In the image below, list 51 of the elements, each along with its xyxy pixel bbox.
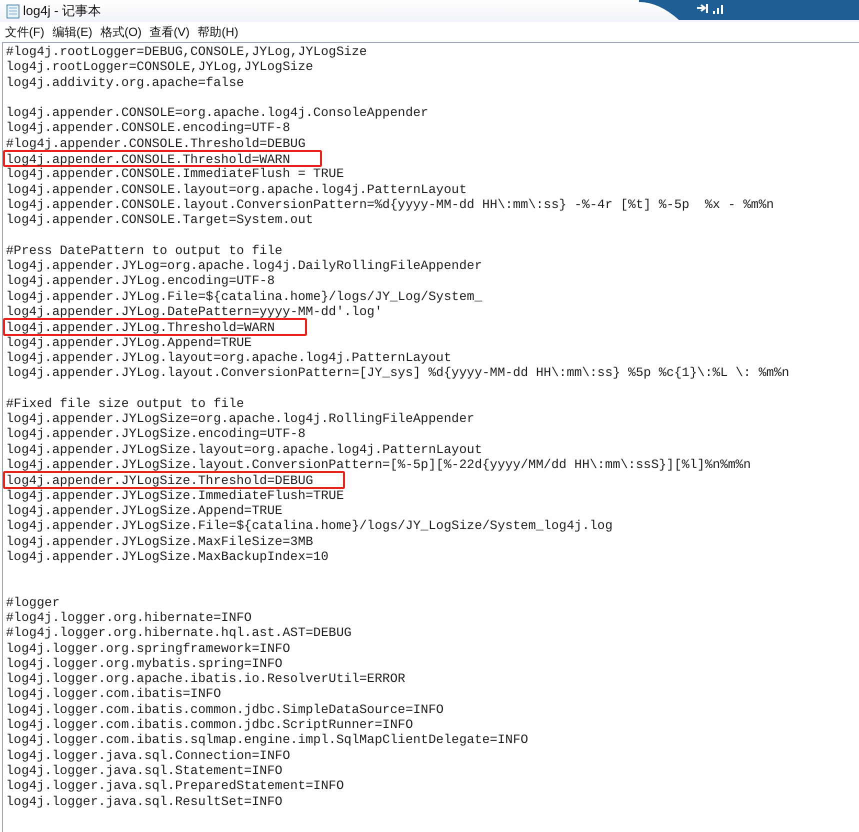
code-line: log4j.appender.JYLogSize.File=${catalina.home}/logs/JY_LogSize/System_log4j.log — [6, 518, 613, 534]
code-line: log4j.addivity.org.apache=false — [6, 74, 244, 90]
code-line: log4j.logger.com.ibatis.common.jdbc.ScriptRunner=INFO — [6, 717, 414, 732]
code-line: #log4j.logger.org.hibernate.hql.ast.AST=DEBUG — [6, 625, 352, 641]
code-line: log4j.rootLogger=CONSOLE,JYLog,JYLogSize — [6, 59, 314, 75]
code-line: log4j.appender.JYLogSize.layout=org.apache.log4j.PatternLayout — [6, 442, 482, 458]
menu-item[interactable]: 帮助(H) — [198, 23, 238, 41]
code-line: log4j.logger.com.ibatis.common.jdbc.SimpleDataSource=INFO — [6, 702, 444, 718]
code-line: log4j.appender.JYLogSize.ImmediateFlush=TRUE — [6, 488, 344, 503]
code-line: #Press DatePattern to output to file — [6, 242, 282, 258]
code-line: #logger — [6, 594, 60, 610]
code-line: log4j.appender.JYLog.layout=org.apache.log4j.PatternLayout — [6, 350, 452, 366]
code-line: log4j.appender.CONSOLE.layout=org.apache.log4j.PatternLayout — [6, 182, 467, 197]
code-line: log4j.logger.org.apache.ibatis.io.ResolverUtil=ERROR — [6, 671, 406, 686]
code-line: log4j.logger.java.sql.ResultSet=INFO — [6, 794, 282, 809]
code-line: log4j.appender.JYLogSize=org.apache.log4j.RollingFileAppender — [6, 411, 474, 426]
code-line: log4j.logger.com.ibatis=INFO — [6, 686, 222, 702]
menu-item[interactable]: 格式(O) — [100, 23, 142, 41]
code-line: #log4j.appender.CONSOLE.Threshold=DEBUG — [6, 136, 306, 152]
code-line: log4j.appender.JYLog.layout.ConversionPattern=[JY_sys] %d{yyyy-MM-dd HH\:mm\:ss} %5p %c{1}\:%L \: %m%n — [6, 365, 790, 381]
text-area[interactable] — [2, 42, 859, 832]
code-line: log4j.appender.JYLogSize.Append=TRUE — [6, 502, 282, 518]
code-line: log4j.appender.JYLogSize.MaxFileSize=3MB — [6, 534, 314, 549]
code-line: log4j.logger.java.sql.Statement=INFO — [6, 762, 282, 778]
code-line: log4j.appender.JYLogSize.encoding=UTF-8 — [6, 426, 306, 442]
code-line: log4j.logger.org.mybatis.spring=INFO — [6, 656, 282, 672]
code-line: log4j.logger.org.springframework=INFO — [6, 640, 290, 656]
notepad-icon — [6, 4, 20, 18]
code-line: log4j.logger.java.sql.Connection=INFO — [6, 748, 290, 763]
code-line: log4j.appender.JYLogSize.layout.ConversionPattern=[%-5p][%-22d{yyyy/MM/dd HH\:mm\:ssS}][%l]%n%m%n — [6, 457, 751, 472]
code-line: log4j.appender.JYLog=org.apache.log4j.DailyRollingFileAppender — [6, 258, 482, 274]
window-title: log4j - 记事本 — [23, 2, 102, 20]
code-line: log4j.appender.JYLog.encoding=UTF-8 — [6, 273, 275, 289]
menu-item[interactable]: 编辑(E) — [52, 23, 92, 41]
code-line: log4j.appender.JYLog.DatePattern=yyyy-MM-dd'.log' — [6, 304, 382, 320]
menu-item[interactable]: 文件(F) — [5, 23, 44, 41]
code-line: log4j.appender.CONSOLE.layout.ConversionPattern=%d{yyyy-MM-dd HH\:mm\:ss} -%-4r [%t] %-5p %x - %m%n — [6, 196, 774, 212]
code-line: log4j.appender.CONSOLE.Target=System.out — [6, 212, 314, 228]
code-line: log4j.appender.JYLog.File=${catalina.home}/logs/JY_Log/System_ — [6, 288, 482, 304]
code-line: log4j.appender.CONSOLE.encoding=UTF-8 — [6, 120, 290, 136]
code-line: log4j.logger.java.sql.PreparedStatement=INFO — [6, 778, 344, 794]
code-line: log4j.logger.com.ibatis.sqlmap.engine.impl.SqlMapClientDelegate=INFO — [6, 732, 528, 748]
code-line: #log4j.rootLogger=DEBUG,CONSOLE,JYLog,JYLogSize — [6, 44, 367, 60]
signal-status-icon — [639, 0, 859, 22]
code-line: log4j.appender.JYLogSize.MaxBackupIndex=10 — [6, 548, 329, 564]
code-line: #Fixed file size output to file — [6, 396, 244, 412]
menu-item[interactable]: 查看(V) — [150, 23, 190, 41]
code-line: log4j.appender.CONSOLE.ImmediateFlush = TRUE — [6, 166, 344, 182]
code-line: log4j.appender.CONSOLE=org.apache.log4j.ConsoleAppender — [6, 105, 428, 120]
code-line: log4j.appender.JYLog.Append=TRUE — [6, 334, 252, 350]
code-line: #log4j.logger.org.hibernate=INFO — [6, 610, 252, 626]
